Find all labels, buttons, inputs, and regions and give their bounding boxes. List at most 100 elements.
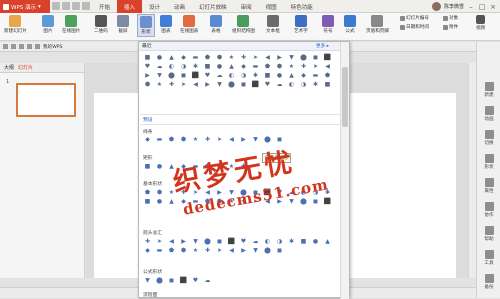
shape-item[interactable]: ▬ [191,54,200,61]
arrow-shape-item[interactable]: ➤ [215,247,224,254]
shape-item[interactable]: ⬤ [227,81,236,88]
shape-item[interactable]: ▲ [287,72,296,79]
line-shape-item[interactable]: ▬ [155,136,164,143]
arrow-shape-item[interactable]: ➤ [155,238,164,245]
equation-shape-item[interactable]: ▼ [143,277,152,284]
arrow-shape-item[interactable]: ♥ [239,238,248,245]
shape-item[interactable]: ♥ [203,72,212,79]
shape-item[interactable]: ◼ [179,72,188,79]
online-image-button[interactable]: 在线图片 [62,15,80,34]
save-icon[interactable] [52,2,60,10]
shapes-button[interactable]: 形状 [137,14,155,37]
chart-button[interactable]: 图表 [160,15,172,34]
shape-item[interactable]: ⬛ [251,81,260,88]
shape-item[interactable]: ◐ [287,81,296,88]
symbol-button[interactable]: 符号 [322,15,334,34]
arrow-shape-item[interactable]: ◼ [275,247,284,254]
folder-icon[interactable] [3,44,8,49]
arrow-shape-item[interactable]: ⬛ [227,238,236,245]
arrow-shape-item[interactable]: ◐ [263,238,272,245]
tab-outline[interactable]: 大纲 [4,64,14,71]
shape-item[interactable]: ■ [323,81,332,88]
rectangle-shape-item[interactable]: ● [155,163,164,170]
shape-item[interactable]: ▬ [251,63,260,70]
redo-icon[interactable] [82,2,90,10]
shape-item[interactable]: ♥ [263,81,272,88]
shape-item[interactable]: ◐ [167,63,176,70]
arrow-shape-item[interactable]: ◼ [215,238,224,245]
basic-shape-item[interactable]: ⬛ [323,198,332,205]
shape-item[interactable]: ▼ [215,81,224,88]
tab-animation[interactable]: 动画 [167,0,192,13]
arrow-shape-item[interactable]: ▬ [155,247,164,254]
tab-slideshow[interactable]: 幻灯片放映 [192,0,234,13]
arrow-shape-item[interactable]: ▼ [191,238,200,245]
print-icon[interactable] [62,2,70,10]
basic-shape-item[interactable]: ⬢ [155,189,164,196]
shape-item[interactable]: ▶ [203,81,212,88]
gallery-scrollbar[interactable] [340,42,349,299]
equation-shape-item[interactable]: ☁ [203,277,212,284]
shape-item[interactable]: ◀ [323,63,332,70]
pane-shapes[interactable]: 形状 [477,154,500,170]
shape-item[interactable]: ✚ [239,54,248,61]
line-shape-item[interactable]: ➤ [215,136,224,143]
shape-item[interactable]: ⬟ [203,54,212,61]
tab-slides[interactable]: 幻灯片 [18,64,33,71]
arrow-shape-item[interactable]: ◀ [227,247,236,254]
qrcode-button[interactable]: 二维码 [94,15,108,34]
pane-tools[interactable]: 工具 [477,250,500,266]
arrow-shape-item[interactable]: ☁ [251,238,260,245]
shape-item[interactable]: ◑ [299,81,308,88]
shape-item[interactable]: ✱ [191,63,200,70]
image-button[interactable]: 图片 [42,15,54,34]
shape-item[interactable]: ⬢ [143,81,152,88]
avatar[interactable] [431,2,441,11]
tab-design[interactable]: 设计 [142,0,167,13]
shape-item[interactable]: ◀ [263,54,272,61]
arrow-shape-item[interactable]: ⬢ [179,247,188,254]
shape-item[interactable]: ✚ [167,81,176,88]
shape-item[interactable]: ♥ [143,63,152,70]
more-shapes-link[interactable]: 更多 ▸ [316,42,329,51]
vertical-scrollbar[interactable] [468,63,476,278]
shape-item[interactable]: ◆ [299,72,308,79]
basic-shape-item[interactable]: ▲ [167,198,176,205]
shape-item[interactable]: ▶ [143,72,152,79]
shape-item[interactable]: ⬟ [323,72,332,79]
shape-item[interactable]: ◼ [311,54,320,61]
rectangle-shape-item[interactable]: ■ [143,163,152,170]
arrow-shape-item[interactable]: ▲ [323,238,332,245]
arrow-shape-item[interactable]: ◑ [275,238,284,245]
pane-new[interactable]: 新建 [477,82,500,98]
arrow-shape-item[interactable]: ◆ [143,247,152,254]
tab-features[interactable]: 特色功能 [284,0,320,13]
arrow-shape-item[interactable]: ▶ [239,247,248,254]
line-shape-item[interactable]: ▶ [239,136,248,143]
slide-number-button[interactable]: 幻灯片编号 [400,15,429,21]
equation-shape-item[interactable]: ◼ [167,277,176,284]
pane-properties[interactable]: 属性 [477,178,500,194]
line-shape-item[interactable]: ◆ [143,136,152,143]
shape-item[interactable]: ⬛ [191,72,200,79]
shape-item[interactable]: ★ [227,54,236,61]
shape-item[interactable]: ▬ [311,72,320,79]
arrow-shape-item[interactable]: ⬤ [203,238,212,245]
object-button[interactable]: 对象 [443,15,458,21]
arrow-shape-item[interactable]: ● [311,238,320,245]
video-button[interactable]: 视频 [476,15,485,31]
tab-review[interactable]: 审阅 [234,0,259,13]
line-shape-item[interactable]: ✚ [203,136,212,143]
smartart-button[interactable]: 组织结构图 [232,15,255,34]
slide-thumbnail[interactable] [16,83,76,117]
gallery-scroll-thumb[interactable] [342,67,348,127]
line-shape-item[interactable]: ★ [191,136,200,143]
shape-item[interactable]: ▼ [155,72,164,79]
shape-item[interactable]: ▼ [287,54,296,61]
shape-item[interactable]: ■ [263,72,272,79]
undo-icon[interactable] [27,44,32,49]
user-name[interactable]: 陈李微雪 [444,3,464,10]
shape-item[interactable]: ★ [287,63,296,70]
shape-item[interactable]: ☁ [155,63,164,70]
shape-item[interactable]: ▲ [167,54,176,61]
